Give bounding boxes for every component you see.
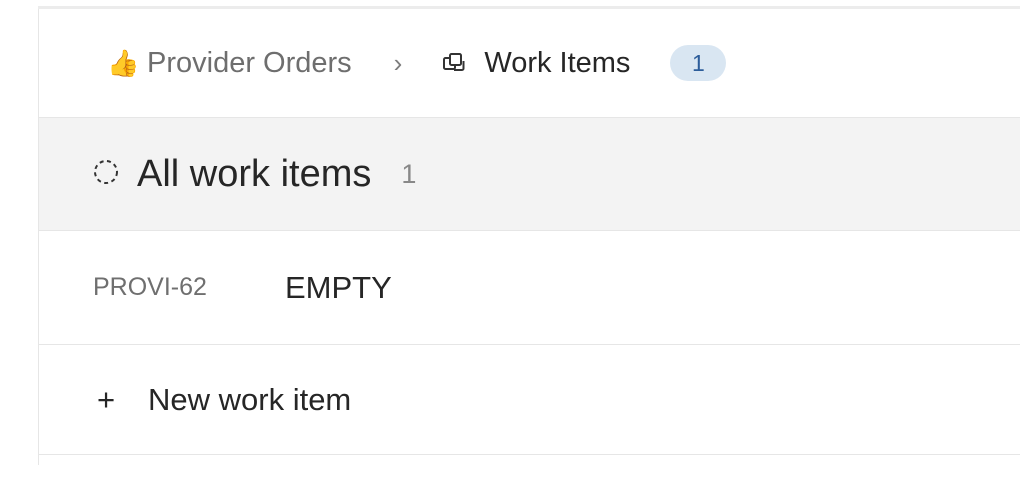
work-items-count-badge: 1 [670,45,727,81]
breadcrumb-provider-orders[interactable]: Provider Orders [147,47,352,80]
thumbs-up-icon: 👍 [107,48,140,78]
work-items-stack-icon [440,46,484,80]
chevron-right-icon: › [393,47,403,78]
plus-icon: + [97,381,116,417]
new-work-item-button[interactable]: + New work item [39,345,1020,455]
breadcrumb-work-items[interactable]: Work Items [484,47,630,80]
dashed-circle-icon [93,159,119,190]
work-items-panel: 👍 Provider Orders › Work Items 1 All wor… [39,9,1020,455]
group-title: All work items [137,152,372,195]
breadcrumb-header: 👍 Provider Orders › Work Items 1 [39,9,1020,118]
group-header[interactable]: All work items 1 [39,118,1020,231]
work-item-title[interactable]: EMPTY [285,270,392,306]
group-count: 1 [401,158,417,189]
work-item-id: PROVI-62 [93,273,207,301]
breadcrumb: 👍 Provider Orders › Work Items 1 [107,45,727,81]
new-work-item-label: New work item [148,381,352,417]
table-row[interactable]: PROVI-62 EMPTY [39,231,1020,345]
